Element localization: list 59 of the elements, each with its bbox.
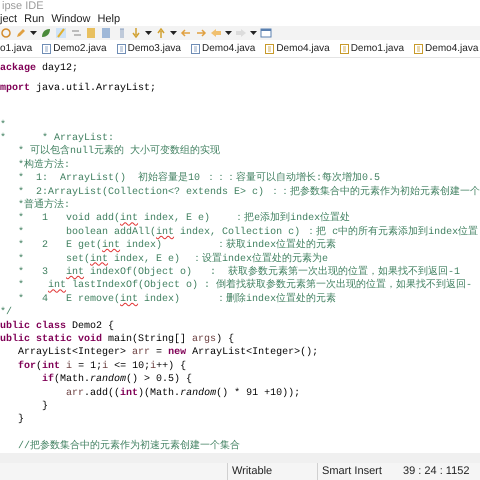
code-comment: * boolean addAll(int index, Collection c) ：把 c中的所有元素添加到index位置 xyxy=(17,226,480,238)
caret-icon[interactable] xyxy=(225,31,232,35)
editor-tab[interactable]: Demo3.java xyxy=(116,44,181,54)
code-comment: * 1: ArrayList() 初始容量是10 ：：：容量可以自动增长:每次增加0.5 xyxy=(17,172,382,186)
window-icon[interactable] xyxy=(260,27,272,39)
document-icon[interactable] xyxy=(100,27,112,39)
code-line: } xyxy=(41,400,50,414)
code-comment: * int lastIndexOf(Object o) : 倒着找获取参数元素第一次出现的位置，如果找不到返回- xyxy=(17,280,474,292)
code-comment: * xyxy=(0,119,8,132)
caret-icon[interactable] xyxy=(170,31,177,35)
code-comment: * 可以包含null元素的 大小可变数组的实现 xyxy=(17,146,222,158)
code-line: arr.add((int)(Math.random() * 91 +10)); xyxy=(65,386,302,400)
editor-tab[interactable]: o1.java xyxy=(0,44,32,54)
cursor-position: 39 : 24 : 1152 xyxy=(403,466,470,477)
code-line: for(int i = 1;i <= 10;i++) { xyxy=(17,360,188,374)
code-comment: *构造方法: xyxy=(17,159,72,172)
caret-icon[interactable] xyxy=(30,31,37,35)
code-comment: *普通方法: xyxy=(17,199,72,212)
refresh-icon[interactable] xyxy=(0,27,12,39)
status-text: Smart Insert xyxy=(322,466,382,477)
document-icon[interactable] xyxy=(85,27,97,39)
code-comment: * * ArrayList: xyxy=(0,132,116,144)
menu-item[interactable]: Help xyxy=(97,14,120,24)
code-line: ublic class Demo2 { xyxy=(0,320,116,334)
code-line: ArrayList<Integer> arr = new ArrayList<Integer>(); xyxy=(17,346,320,360)
status-text: Writable xyxy=(232,466,272,477)
code-line: mport java.util.ArrayList; xyxy=(0,82,158,96)
code-comment: //把参数集合中的元素作为初速元素创建一个集合 xyxy=(17,440,242,453)
editor-tab[interactable]: Demo2.java xyxy=(42,44,107,54)
editor-tab[interactable]: Demo1.java xyxy=(340,44,404,54)
code-line: if(Math.random() > 0.5) { xyxy=(41,373,194,387)
menu-item[interactable]: Window xyxy=(51,14,90,24)
code-comment: */ xyxy=(0,306,14,320)
file-icon xyxy=(116,44,126,54)
code-comment: * 3 int indexOf(Object o) : 获取参数元素第一次出现的位置，如果找不到返回-1 xyxy=(17,266,462,278)
menu-item[interactable]: Run xyxy=(24,14,44,24)
file-icon xyxy=(190,44,200,54)
code-line: ackage day12; xyxy=(0,62,80,76)
brush-icon[interactable] xyxy=(55,27,67,39)
file-icon xyxy=(42,44,52,54)
editor-tab[interactable]: Demo4.java xyxy=(265,44,330,54)
editor-tab[interactable]: Demo4.java xyxy=(414,44,478,54)
forward-icon[interactable] xyxy=(195,27,207,39)
menu-item[interactable]: ject xyxy=(0,14,18,24)
leaf-icon[interactable] xyxy=(40,27,52,39)
code-comment: * 4 E remove(int index) ：删除index位置处的元素 xyxy=(17,293,338,306)
code-line: } xyxy=(17,414,26,427)
caret-icon[interactable] xyxy=(250,31,257,35)
code-comment: * 2:ArrayList(Collection<? extends E> c) ：：把参数集合中的元素作为初始元素创建一个 xyxy=(17,186,480,198)
warning-file-icon xyxy=(340,44,349,54)
code-line: ublic static void main(String[] args) { xyxy=(0,333,236,346)
window-title: ipse IDE xyxy=(2,0,44,12)
warning-file-icon xyxy=(414,44,424,54)
editor-tab[interactable]: Demo4.java xyxy=(190,44,256,54)
warning-file-icon xyxy=(265,44,274,54)
code-comment: * 1 void add(int index, E e) ：把e添加到index位置处 xyxy=(17,212,352,226)
code-comment: * 2 E get(int index) ：获取index位置处的元素 xyxy=(17,240,338,252)
code-comment: * set(int index, E e) ：设置index位置处的元素为e xyxy=(17,252,330,266)
caret-icon[interactable] xyxy=(145,31,152,35)
